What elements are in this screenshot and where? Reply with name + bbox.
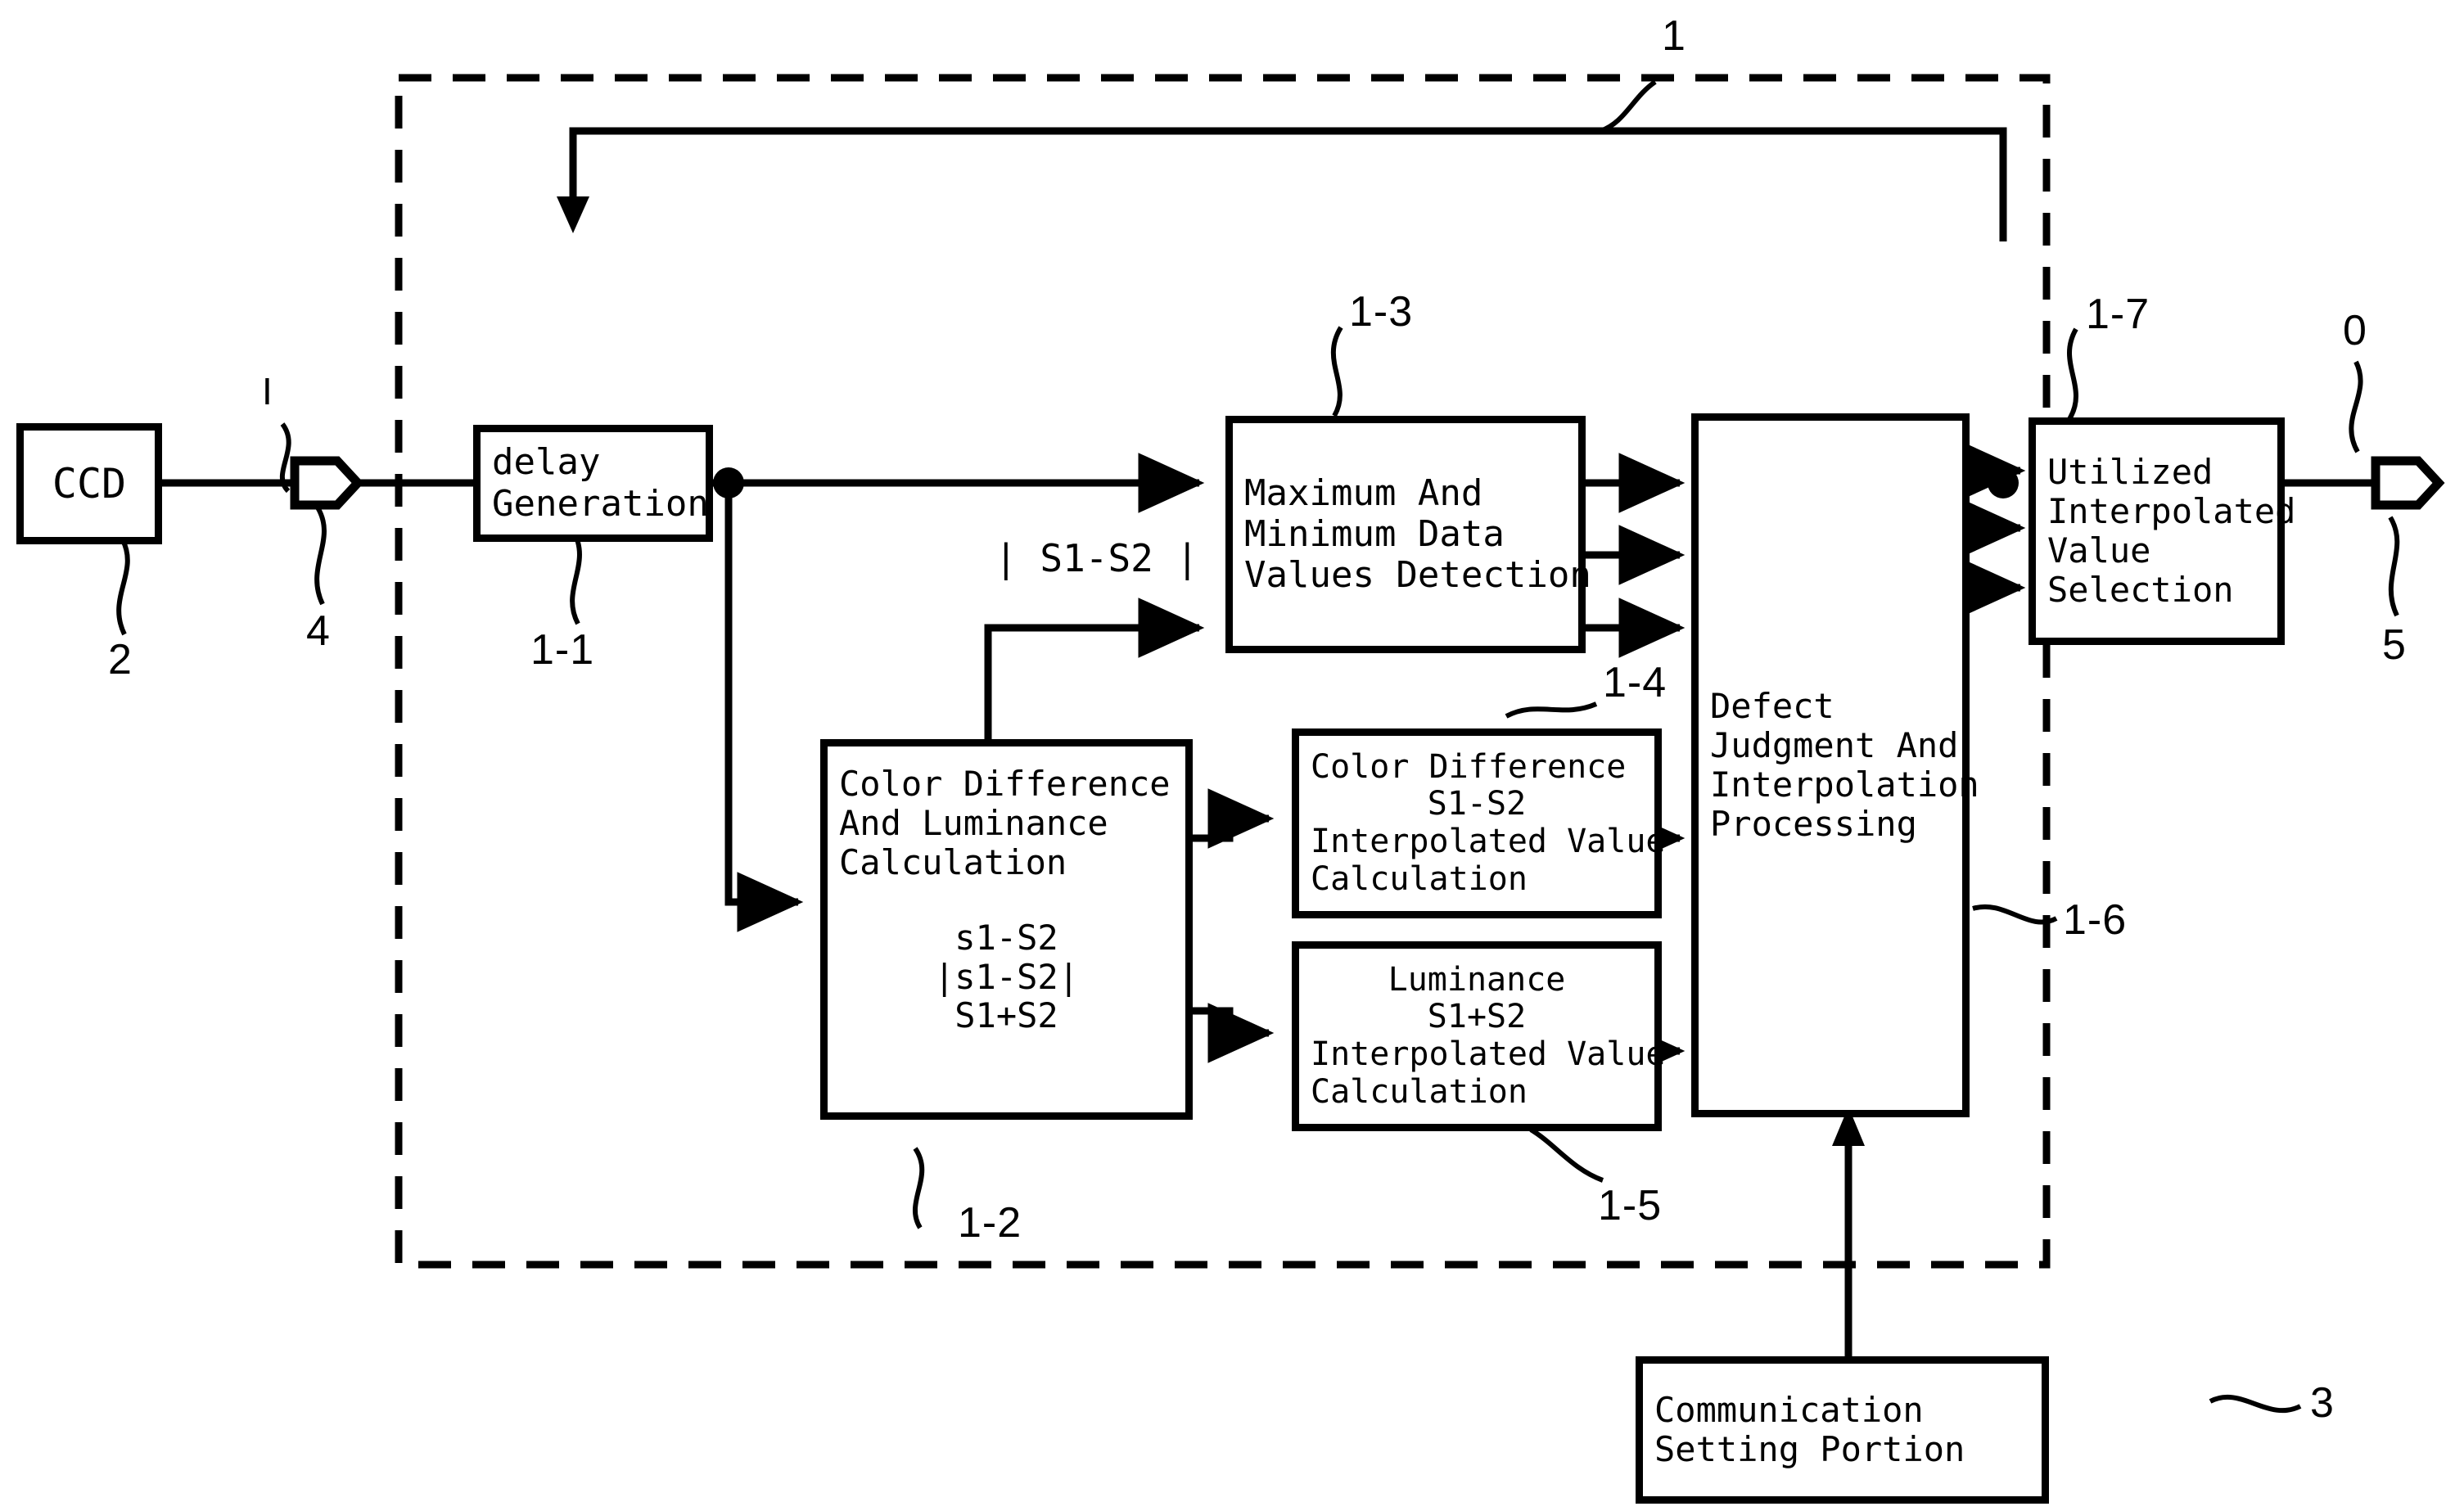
ref-numeral-1-6: 1-6 <box>2063 896 2128 944</box>
block-utilized-interpolated-value-selection: Utilized Interpolated Value Selection <box>2029 417 2296 645</box>
colordiff-lum-line-3: Calculation <box>839 841 1067 882</box>
colordiff-interp-line-4: Calculation <box>1311 859 1528 898</box>
delay-generation-line-1: delay <box>492 441 601 484</box>
maxmin-line-2: Minimum Data <box>1244 512 1505 555</box>
block-luminance-interpolated-value-calculation: Luminance S1+S2 Interpolated Value Calcu… <box>1292 941 1666 1131</box>
colordiff-lum-formula-2: |s1-S2| <box>933 956 1079 997</box>
ref-numeral-5: 5 <box>2382 621 2407 669</box>
ref-numeral-1-5: 1-5 <box>1598 1182 1663 1229</box>
colordiff-lum-formula-3: S1+S2 <box>954 995 1058 1036</box>
output-terminal-symbol <box>2371 456 2445 510</box>
block-color-difference-and-luminance-calculation: Color Difference And Luminance Calculati… <box>820 739 1193 1120</box>
leader-ref-1-7 <box>2067 327 2078 421</box>
leader-ref-1-2 <box>913 1147 925 1229</box>
ref-numeral-3: 3 <box>2310 1379 2335 1427</box>
leader-ref-2 <box>116 539 130 636</box>
defect-judgment-line-4: Processing <box>1710 803 1917 844</box>
leader-ref-3 <box>2209 1394 2302 1414</box>
luminance-interp-line-2: S1+S2 <box>1427 998 1527 1036</box>
leader-ref-1-1 <box>570 529 582 625</box>
leader-ref-1-6 <box>1972 904 2058 925</box>
wire-luminance-to-interp <box>1192 1003 1275 1063</box>
colordiff-interp-line-3: Interpolated Value <box>1311 823 1666 860</box>
input-terminal-symbol <box>290 456 364 510</box>
luminance-interp-line-3: Interpolated Value <box>1311 1035 1666 1073</box>
utilized-selection-line-2: Interpolated <box>2047 491 2296 532</box>
luminance-interp-line-1: Luminance <box>1388 960 1566 999</box>
ref-numeral-1-4: 1-4 <box>1603 659 1667 706</box>
delay-generation-line-2: Generation <box>492 482 709 525</box>
leader-ref-4 <box>314 506 327 606</box>
comm-setting-line-2: Setting Portion <box>1654 1429 1965 1469</box>
wire-feedback-loop-to-delay <box>569 127 2007 241</box>
colordiff-lum-line-1: Color Difference <box>839 764 1171 804</box>
block-color-difference-interpolated-value-calculation: Color Difference S1-S2 Interpolated Valu… <box>1292 728 1666 918</box>
diagram-wiring-layer <box>116 74 2445 1414</box>
signal-label-input-I: I <box>262 370 273 413</box>
leader-ref-1-3 <box>1330 326 1343 417</box>
leader-ref-1-4 <box>1505 701 1598 719</box>
leader-ref-1 <box>1599 79 1657 133</box>
ref-numeral-4: 4 <box>306 607 331 655</box>
colordiff-lum-formula-1: s1-S2 <box>954 917 1058 958</box>
block-maximum-minimum-detection: Maximum And Minimum Data Values Detectio… <box>1225 416 1591 653</box>
ccd-label: CCD <box>52 459 127 507</box>
ref-numeral-1: 1 <box>1662 12 1686 60</box>
utilized-selection-line-4: Selection <box>2047 569 2234 610</box>
ref-numeral-1-3: 1-3 <box>1349 288 1414 336</box>
defect-judgment-line-2: Judgment And <box>1710 725 1959 766</box>
ref-numeral-1-1: 1-1 <box>530 626 595 674</box>
ref-numeral-2: 2 <box>108 636 133 683</box>
defect-judgment-line-3: Interpolation <box>1710 765 1979 805</box>
signal-label-output-0: 0 <box>2343 307 2367 354</box>
arrow-feedback-into-delay <box>557 196 589 233</box>
utilized-selection-line-3: Value <box>2047 530 2151 571</box>
colordiff-lum-line-2: And Luminance <box>839 802 1108 843</box>
colordiff-interp-line-2: S1-S2 <box>1427 785 1527 823</box>
patent-figure-canvas: CCD delay Generation Maximum And Minimum… <box>0 0 2464 1511</box>
maxmin-line-1: Maximum And <box>1244 471 1483 514</box>
block-communication-setting-portion: Communication Setting Portion <box>1636 1356 2049 1504</box>
wire-delay-to-colordiff-luminance <box>724 483 804 932</box>
defect-judgment-line-1: Defect <box>1710 686 1834 727</box>
leader-ref-0 <box>2349 360 2363 453</box>
comm-setting-line-1: Communication <box>1654 1390 1924 1431</box>
luminance-interp-line-4: Calculation <box>1311 1072 1528 1111</box>
leader-ref-1-5 <box>1529 1127 1604 1183</box>
ref-numeral-1-2: 1-2 <box>958 1199 1022 1247</box>
wire-colordiff-to-interp <box>1192 788 1275 849</box>
block-delay-generation: delay Generation <box>473 425 713 542</box>
ref-numeral-1-7: 1-7 <box>2086 291 2150 338</box>
signal-label-abs-diff: | S1-S2 | <box>995 536 1199 580</box>
block-ccd: CCD <box>16 423 162 544</box>
leader-ref-5 <box>2388 516 2400 617</box>
utilized-selection-line-1: Utilized <box>2047 452 2214 493</box>
block-defect-judgment-and-interpolation-processing: Defect Judgment And Interpolation Proces… <box>1691 413 1979 1117</box>
maxmin-line-3: Values Detection <box>1244 554 1591 597</box>
colordiff-interp-line-1: Color Difference <box>1311 747 1627 786</box>
junction-dot-output <box>1988 467 2019 498</box>
